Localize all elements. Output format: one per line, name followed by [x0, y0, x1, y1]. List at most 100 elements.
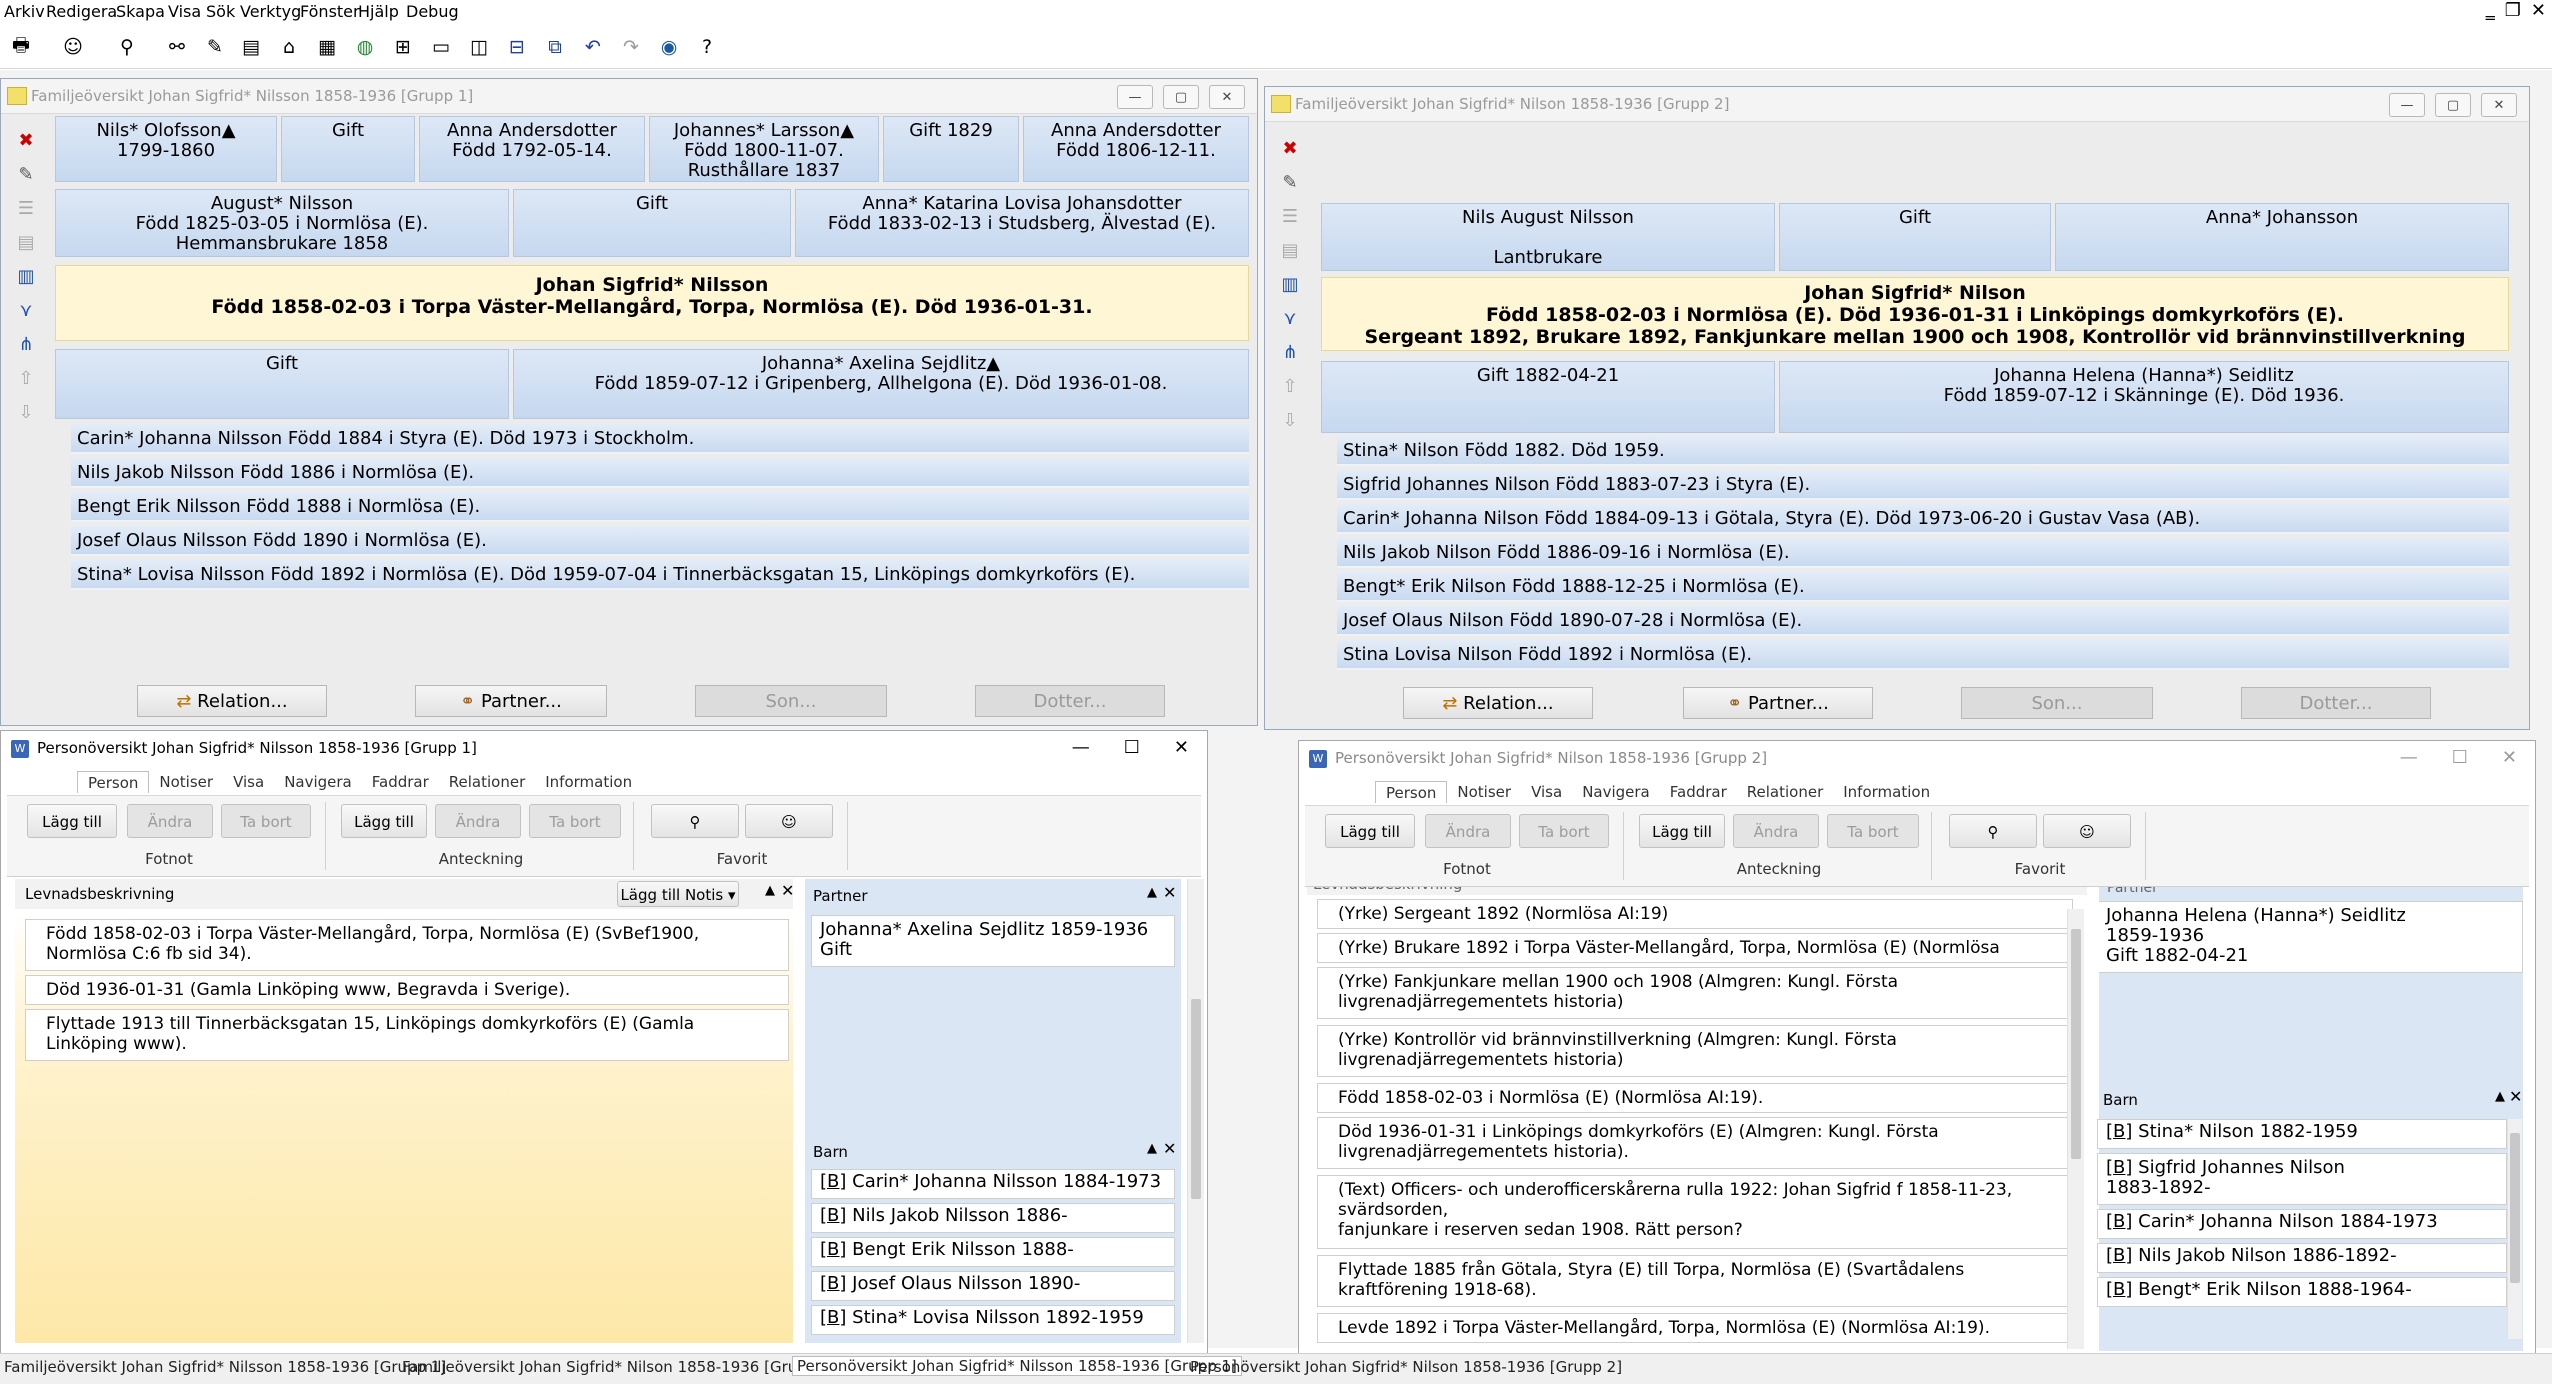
tab-notiser[interactable]: Notiser — [1447, 781, 1521, 803]
life-scrollbar[interactable] — [2067, 909, 2084, 1349]
database-icon[interactable]: ▦ — [312, 32, 342, 62]
descendants-icon[interactable]: ⋔ — [1273, 335, 1307, 369]
tab-relationer[interactable]: Relationer — [1737, 781, 1833, 803]
life-entry[interactable]: (Text) Officers- och underofficerskårern… — [1317, 1175, 2073, 1249]
marriage-box[interactable]: Gift — [1779, 203, 2051, 271]
son-button[interactable]: Son... — [695, 685, 887, 717]
minimize-button[interactable]: — — [2389, 93, 2425, 117]
menu-redigera[interactable]: Redigera — [46, 2, 117, 21]
window-titlebar[interactable]: Familjeöversikt Johan Sigfrid* Nilson 18… — [1265, 87, 2529, 122]
close-icon[interactable]: ✕ — [1174, 737, 1189, 758]
mother-box[interactable]: Anna* Katarina Lovisa Johansdotter Född 1… — [795, 189, 1249, 257]
help-icon[interactable]: ? — [692, 32, 722, 62]
main-person-box[interactable]: Johan Sigfrid* Nilsson Född 1858-02-03 i … — [55, 265, 1249, 341]
book-icon[interactable]: ▤ — [236, 32, 266, 62]
maximize-button[interactable]: ▢ — [2435, 93, 2471, 117]
tab-notiser[interactable]: Notiser — [149, 771, 223, 793]
task-person-2[interactable]: Personöversikt Johan Sigfrid* Nilson 185… — [1190, 1358, 1622, 1376]
favorite-person-button[interactable]: ☺ — [745, 804, 833, 838]
child-row[interactable]: Nils Jakob Nilsson Född 1886 i Normlösa … — [71, 458, 1249, 488]
task-person-1[interactable]: Personöversikt Johan Sigfrid* Nilsson 18… — [792, 1356, 1242, 1376]
marriage-box[interactable]: Gift — [281, 116, 415, 182]
maximize-icon[interactable]: ☐ — [2452, 747, 2468, 768]
tree-icon[interactable]: ☰ — [1273, 199, 1307, 233]
minimize-icon[interactable]: — — [1072, 737, 1090, 758]
person-down-icon[interactable]: ⇩ — [1273, 403, 1307, 437]
tab-person[interactable]: Person — [1375, 781, 1448, 803]
father-box[interactable]: August* Nilsson Född 1825-03-05 i Normlös… — [55, 189, 509, 257]
child-row[interactable]: Stina* Nilson Född 1882. Död 1959. — [1337, 436, 2509, 466]
person-up-icon[interactable]: ⇧ — [9, 361, 43, 395]
maximize-button[interactable]: ▢ — [1163, 85, 1199, 109]
window-add-icon[interactable]: ⊞ — [388, 32, 418, 62]
child-row[interactable]: Stina Lovisa Nilson Född 1892 i Normlösa… — [1337, 640, 2509, 670]
child-entry[interactable]: [B] Bengt Erik Nilsson 1888- — [811, 1237, 1175, 1267]
life-entry[interactable]: Född 1858-02-03 i Torpa Väster-Mellangår… — [25, 919, 789, 971]
tab-visa[interactable]: Visa — [1521, 781, 1572, 803]
child-row[interactable]: Sigfrid Johannes Nilson Född 1883-07-23 … — [1337, 470, 2509, 500]
tree-icon[interactable]: ☰ — [9, 191, 43, 225]
child-row[interactable]: Carin* Johanna Nilsson Född 1884 i Styra… — [71, 424, 1249, 454]
scrollbar-thumb[interactable] — [1191, 999, 1201, 1199]
child-row[interactable]: Bengt* Erik Nilson Född 1888-12-25 i Nor… — [1337, 572, 2509, 602]
redo-icon[interactable]: ↷ — [616, 32, 646, 62]
menu-fonster[interactable]: Fönster — [300, 2, 360, 21]
close-icon[interactable]: ✕ — [1163, 1139, 1176, 1158]
life-entry[interactable]: (Yrke) Sergeant 1892 (Normlösa AI:19) — [1317, 899, 2073, 929]
close-icon[interactable]: ✕ — [2509, 1087, 2522, 1106]
split-window-icon[interactable]: ◫ — [464, 32, 494, 62]
child-entry[interactable]: [B] Carin* Johanna Nilson 1884-1973 — [2097, 1209, 2507, 1239]
menu-verktyg[interactable]: Verktyg — [240, 2, 301, 21]
tab-navigera[interactable]: Navigera — [274, 771, 362, 793]
tab-relationer[interactable]: Relationer — [439, 771, 535, 793]
window-titlebar[interactable]: W Personöversikt Johan Sigfrid* Nilson 1… — [1299, 741, 2535, 775]
son-button[interactable]: Son... — [1961, 687, 2153, 719]
chart-icon[interactable]: ✎ — [200, 32, 230, 62]
edit-note-button[interactable]: Ändra — [435, 804, 521, 838]
add-footnote-button[interactable]: Lägg till — [27, 804, 117, 838]
menu-arkiv[interactable]: Arkiv — [4, 2, 45, 21]
child-entry[interactable]: [B] Bengt* Erik Nilson 1888-1964- — [2097, 1277, 2507, 1307]
life-entry[interactable]: Död 1936-01-31 i Linköpings domkyrkoförs… — [1317, 1117, 2073, 1169]
close-button[interactable]: ✕ — [2481, 93, 2517, 117]
collapse-icon[interactable]: ▲ — [765, 883, 775, 898]
ancestors-icon[interactable]: ⋎ — [1273, 301, 1307, 335]
add-footnote-button[interactable]: Lägg till — [1325, 814, 1415, 848]
marriage-box[interactable]: Gift 1829 — [883, 116, 1019, 182]
collapse-icon[interactable]: ▲ — [1147, 885, 1157, 900]
globe-green-icon[interactable]: ◍ — [350, 32, 380, 62]
life-entry[interactable]: Född 1858-02-03 i Normlösa (E) (Normlösa… — [1317, 1083, 2073, 1113]
collapse-icon[interactable]: ▲ — [2495, 1089, 2505, 1104]
close-red-icon[interactable]: ✖ — [9, 123, 43, 157]
window-titlebar[interactable]: Familjeöversikt Johan Sigfrid* Nilsson 1… — [1, 79, 1257, 114]
child-row[interactable]: Nils Jakob Nilson Född 1886-09-16 i Norm… — [1337, 538, 2509, 568]
child-row[interactable]: Carin* Johanna Nilson Född 1884-09-13 i … — [1337, 504, 2509, 534]
menu-sok[interactable]: Sök — [206, 2, 235, 21]
task-family-1[interactable]: Familjeöversikt Johan Sigfrid* Nilsson 1… — [4, 1358, 446, 1376]
add-note-button[interactable]: Lägg till — [1639, 814, 1725, 848]
task-family-2[interactable]: Familjeöversikt Johan Sigfrid* Nilson 18… — [402, 1358, 836, 1376]
add-note-dropdown[interactable]: Lägg till Notis ▾ — [617, 881, 739, 907]
edit-footnote-button[interactable]: Ändra — [1425, 814, 1511, 848]
minimize-button[interactable]: — — [1117, 85, 1153, 109]
child-entry[interactable]: [B] Nils Jakob Nilson 1886-1892- — [2097, 1243, 2507, 1273]
close-icon[interactable]: ✕ — [781, 881, 794, 900]
window-titlebar[interactable]: W Personöversikt Johan Sigfrid* Nilsson … — [1, 731, 1207, 765]
descendants-icon[interactable]: ⋔ — [9, 327, 43, 361]
marriage-box[interactable]: Gift — [513, 189, 791, 257]
life-entry[interactable]: Flyttade 1913 till Tinnerbäcksgatan 15, … — [25, 1009, 789, 1061]
child-row[interactable]: Josef Olaus Nilson Född 1890-07-28 i Nor… — [1337, 606, 2509, 636]
life-entry[interactable]: Levde 1892 i Torpa Väster-Mellangård, To… — [1317, 1313, 2073, 1343]
world-icon[interactable]: ◉ — [654, 32, 684, 62]
close-icon[interactable]: ✕ — [2502, 747, 2517, 768]
life-entry[interactable]: (Yrke) Brukare 1892 i Torpa Väster-Mella… — [1317, 933, 2073, 963]
print-icon[interactable]: ▤ — [1273, 233, 1307, 267]
remove-note-button[interactable]: Ta bort — [1827, 814, 1919, 848]
person-down-icon[interactable]: ⇩ — [9, 395, 43, 429]
undo-icon[interactable]: ↶ — [578, 32, 608, 62]
menu-debug[interactable]: Debug — [406, 2, 459, 21]
edit-footnote-button[interactable]: Ändra — [127, 804, 213, 838]
binoculars-icon[interactable]: ⚯ — [162, 32, 192, 62]
menu-visa[interactable]: Visa — [168, 2, 201, 21]
tab-information[interactable]: Information — [1833, 781, 1940, 803]
